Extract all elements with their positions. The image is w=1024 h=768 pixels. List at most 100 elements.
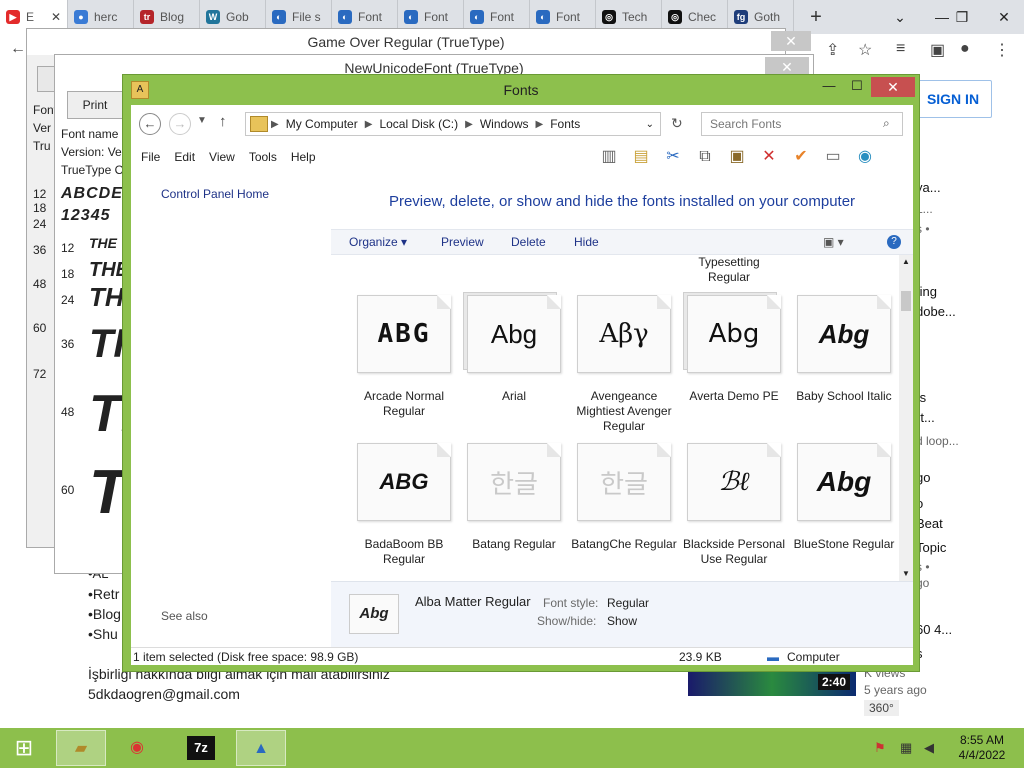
- organize-button[interactable]: Organize ▾: [349, 235, 407, 249]
- cut-icon[interactable]: ✂: [661, 145, 685, 169]
- copy-icon[interactable]: ⧉: [693, 145, 717, 169]
- taskbar-7zip-icon[interactable]: 7z: [176, 730, 226, 766]
- preview-button[interactable]: Preview: [441, 235, 484, 249]
- left-pane: Control Panel Home See also: [131, 171, 331, 647]
- sidebar-text-fragment[interactable]: go: [916, 470, 1020, 485]
- scroll-down-icon[interactable]: ▼: [902, 569, 910, 578]
- bullet-link-2[interactable]: •Blog: [88, 606, 121, 622]
- bullet-link-3[interactable]: •Shu: [88, 626, 118, 642]
- scroll-thumb[interactable]: [901, 291, 911, 311]
- minimize-button[interactable]: —: [815, 77, 843, 97]
- sidebar-text-fragment[interactable]: ting: [916, 284, 1020, 299]
- menu-tools[interactable]: Tools: [249, 150, 277, 164]
- restore-button[interactable]: ❐: [942, 0, 982, 34]
- delete-button[interactable]: Delete: [511, 235, 546, 249]
- crumb-fonts[interactable]: Fonts: [550, 117, 580, 131]
- menu-edit[interactable]: Edit: [174, 150, 195, 164]
- star-icon[interactable]: ☆: [858, 40, 872, 60]
- taskbar-chrome-icon[interactable]: ◉: [112, 730, 162, 766]
- menu-file[interactable]: File: [141, 150, 160, 164]
- menu-help[interactable]: Help: [291, 150, 316, 164]
- font-item[interactable]: 한글 Batang Regular: [459, 443, 569, 552]
- print-button[interactable]: Print: [67, 91, 123, 119]
- sidebar-text-fragment[interactable]: dobe...: [916, 304, 1020, 319]
- side-label: Ver: [33, 121, 52, 135]
- tab-close-icon[interactable]: ✕: [51, 10, 61, 24]
- sidebar-text-fragment[interactable]: ya...: [916, 180, 1020, 195]
- back-icon[interactable]: ←: [10, 40, 26, 58]
- media-icon[interactable]: ≡: [896, 40, 905, 58]
- search-input[interactable]: Search Fonts: [701, 112, 903, 136]
- font-item[interactable]: Abg Averta Demo PE: [679, 295, 789, 404]
- folder-options-icon[interactable]: ▤: [629, 145, 653, 169]
- font-item[interactable]: ℬℓ Blackside Personal Use Regular: [679, 443, 789, 567]
- sidebar-text-fragment[interactable]: s •: [916, 560, 1020, 574]
- crumb-local-disk[interactable]: Local Disk (C:): [379, 117, 458, 131]
- paste-icon[interactable]: ▣: [725, 145, 749, 169]
- crumb-windows[interactable]: Windows: [480, 117, 529, 131]
- menu-view[interactable]: View: [209, 150, 235, 164]
- forward-icon[interactable]: →: [169, 113, 191, 135]
- font-item[interactable]: 한글 BatangChe Regular: [569, 443, 679, 552]
- checkmark-icon[interactable]: ✔: [789, 145, 813, 169]
- share-icon[interactable]: ⇪: [826, 40, 839, 60]
- view-options-icon[interactable]: ▣ ▾: [823, 235, 844, 249]
- up-icon[interactable]: ↑: [219, 113, 227, 130]
- bullet-link-1[interactable]: •Retr: [88, 586, 119, 602]
- sidebar-text-fragment[interactable]: L...: [916, 202, 1020, 216]
- font-item[interactable]: Abg BlueStone Regular: [789, 443, 899, 552]
- sidebar-text-fragment[interactable]: Beat: [916, 516, 1020, 531]
- font-thumbnail: Αβγ: [577, 295, 671, 373]
- font-item-typesetting-label[interactable]: Typesetting Regular: [679, 255, 779, 285]
- properties-icon[interactable]: ▭: [821, 145, 845, 169]
- sidepanel-icon[interactable]: ▣: [930, 40, 945, 60]
- scrollbar[interactable]: ▲ ▼: [899, 255, 913, 581]
- control-panel-home-link[interactable]: Control Panel Home: [161, 187, 269, 201]
- flag-icon[interactable]: ⚑: [874, 740, 886, 756]
- sidebar-text-fragment[interactable]: rt...: [916, 410, 1020, 425]
- taskbar-font-viewer-icon[interactable]: ▲: [236, 730, 286, 766]
- font-item[interactable]: ABG BadaBoom BB Regular: [349, 443, 459, 567]
- refresh-icon[interactable]: ↻: [671, 115, 683, 132]
- sidebar-text-fragment[interactable]: go: [916, 576, 1020, 590]
- sidebar-text-fragment[interactable]: o: [916, 496, 1020, 511]
- crumb-my-computer[interactable]: My Computer: [286, 117, 358, 131]
- sidebar-text-fragment[interactable]: 60 4...: [916, 622, 1020, 637]
- new-tab-button[interactable]: +: [802, 6, 830, 29]
- back-icon[interactable]: ←: [139, 113, 161, 135]
- font-item-label: Arcade Normal Regular: [363, 389, 445, 418]
- font-item[interactable]: Abg Arial: [459, 295, 569, 404]
- menu-icon[interactable]: ⋮: [994, 40, 1010, 60]
- clock[interactable]: 8:55 AM 4/4/2022: [952, 733, 1012, 763]
- chevron-down-icon[interactable]: ⌄: [646, 119, 654, 130]
- close-button[interactable]: ✕: [871, 77, 915, 97]
- breadcrumb[interactable]: ▶ My Computer ▶ Local Disk (C:) ▶ Window…: [245, 112, 661, 136]
- tab-search-icon[interactable]: ⌄: [880, 0, 920, 34]
- sidebar-text-fragment[interactable]: s: [916, 646, 1020, 661]
- font-thumbnail: ABG: [357, 443, 451, 521]
- maximize-button[interactable]: ☐: [843, 77, 871, 97]
- scroll-up-icon[interactable]: ▲: [902, 257, 910, 266]
- recent-dropdown-icon[interactable]: ▼: [197, 115, 207, 126]
- font-item[interactable]: Αβγ Avengeance Mightiest Avenger Regular: [569, 295, 679, 434]
- sidebar-text-fragment[interactable]: Topic: [916, 540, 1020, 555]
- network-icon[interactable]: ▦: [900, 740, 912, 756]
- sidebar-text-fragment[interactable]: ts: [916, 390, 1020, 405]
- delete-icon[interactable]: ✕: [757, 145, 781, 169]
- layout-icon[interactable]: ▥: [597, 145, 621, 169]
- sidebar-text-fragment[interactable]: s •: [916, 222, 1020, 236]
- hide-button[interactable]: Hide: [574, 235, 599, 249]
- close-button[interactable]: ✕: [771, 31, 811, 51]
- close-button[interactable]: ✕: [984, 0, 1024, 34]
- search-icon[interactable]: ⌕: [883, 116, 890, 131]
- font-item[interactable]: ABG Arcade Normal Regular: [349, 295, 459, 419]
- volume-icon[interactable]: ◀: [924, 740, 934, 756]
- font-item[interactable]: Abg Baby School Italic: [789, 295, 899, 404]
- sidebar-text-fragment[interactable]: d loop...: [916, 434, 1020, 448]
- taskbar-folder-icon[interactable]: ▰: [56, 730, 106, 766]
- help-icon[interactable]: ?: [887, 235, 901, 249]
- sign-in-button[interactable]: SIGN IN: [914, 80, 992, 118]
- globe-icon[interactable]: ◉: [853, 145, 877, 169]
- start-button[interactable]: ⊞: [0, 730, 48, 766]
- profile-icon[interactable]: ●: [960, 40, 970, 58]
